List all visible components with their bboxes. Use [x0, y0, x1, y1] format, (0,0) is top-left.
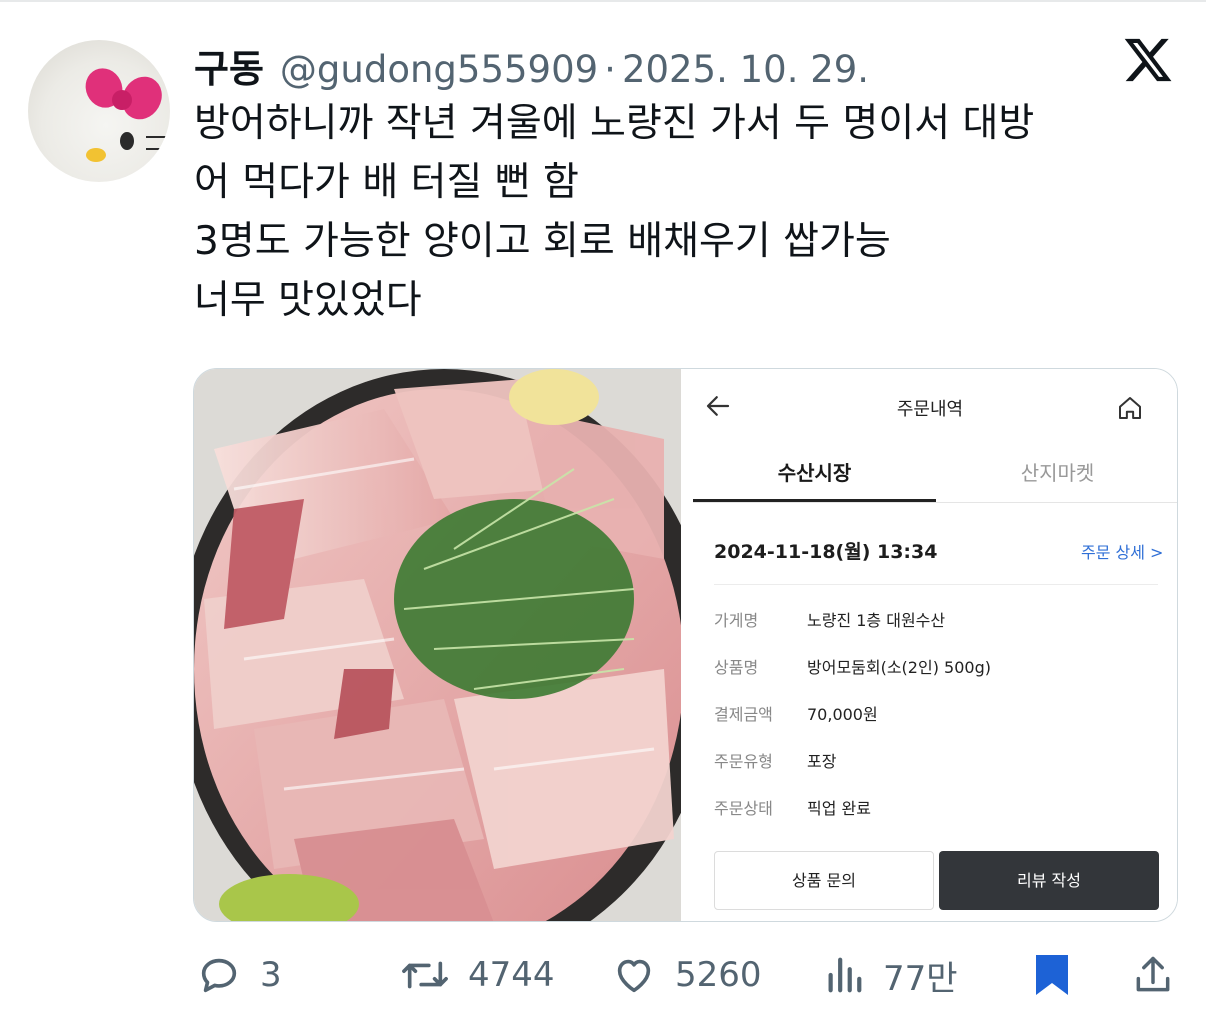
sashimi-photo[interactable]	[194, 369, 681, 921]
reply-icon	[201, 958, 237, 993]
avatar-whisker	[146, 136, 168, 138]
display-name[interactable]: 구동	[194, 38, 264, 93]
views-icon	[828, 957, 862, 993]
bookmark-button[interactable]	[1032, 946, 1090, 1004]
field-label-order-type: 주문유형	[714, 752, 773, 771]
divider	[714, 584, 1158, 585]
order-screen-title: 주문내역	[896, 399, 964, 420]
order-field-row: 주문유형 포장	[714, 748, 1154, 795]
bookmark-icon	[1036, 955, 1068, 995]
views-button[interactable]: 77만	[823, 946, 958, 1004]
order-field-row: 결제금액 70,000원	[714, 701, 1154, 748]
x-logo-icon[interactable]	[1122, 34, 1174, 86]
field-value-payment: 70,000원	[807, 705, 878, 724]
tweet-line: 어 먹다가 배 터질 뻔 함	[194, 160, 579, 205]
order-detail-link[interactable]: 주문 상세 >	[1081, 539, 1163, 563]
retweet-count: 4744	[468, 955, 555, 995]
tweet-actions: 3 4744 5260 77만	[0, 946, 1206, 1006]
home-icon[interactable]	[1115, 393, 1145, 423]
avatar[interactable]	[28, 40, 170, 182]
order-tabs: 수산시장 산지마켓	[693, 451, 1177, 503]
field-value-store: 노량진 1층 대원수산	[807, 611, 946, 630]
order-field-row: 상품명 방어모둠회(소(2인) 500g)	[714, 654, 1154, 701]
field-label-store: 가게명	[714, 611, 759, 630]
avatar-nose	[86, 148, 106, 162]
order-screen: 주문내역 수산시장 산지마켓 2024-11-18(월) 13:34 주문 상세…	[681, 369, 1177, 921]
order-fields: 가게명 노량진 1층 대원수산 상품명 방어모둠회(소(2인) 500g) 결제…	[714, 607, 1154, 842]
reply-count: 3	[260, 955, 282, 995]
avatar-eye	[120, 132, 134, 150]
order-field-row: 가게명 노량진 1층 대원수산	[714, 607, 1154, 654]
order-date: 2024-11-18(월) 13:34	[714, 541, 938, 563]
write-review-button[interactable]: 리뷰 작성	[939, 851, 1159, 910]
tweet-line: 너무 맛있었다	[194, 278, 422, 323]
tweet-line: 3명도 가능한 양이고 회로 배채우기 쌉가능	[194, 219, 891, 264]
views-count: 77만	[883, 958, 958, 999]
retweet-icon	[402, 961, 448, 989]
sashimi-illustration	[194, 369, 681, 921]
top-divider	[0, 0, 1206, 2]
field-value-product: 방어모둠회(소(2인) 500g)	[807, 658, 991, 677]
tweet-header: 구동 @gudong555909 · 2025. 10. 29.	[194, 38, 869, 91]
share-button[interactable]	[1131, 946, 1193, 1004]
tweet-line: 방어하니까 작년 겨울에 노량진 가서 두 명이서 대방	[194, 101, 1035, 146]
user-handle[interactable]: @gudong555909	[280, 48, 598, 91]
field-label-payment: 결제금액	[714, 705, 773, 724]
reply-button[interactable]: 3	[196, 946, 282, 1004]
like-icon	[617, 959, 651, 993]
share-icon	[1136, 956, 1170, 992]
tab-fish-market[interactable]: 수산시장	[693, 451, 936, 502]
tab-origin-market[interactable]: 산지마켓	[936, 451, 1177, 502]
avatar-bow-center	[112, 90, 132, 110]
tweet-date[interactable]: 2025. 10. 29.	[622, 48, 869, 91]
avatar-whisker	[146, 148, 168, 150]
media-card[interactable]: 주문내역 수산시장 산지마켓 2024-11-18(월) 13:34 주문 상세…	[193, 368, 1178, 922]
product-inquiry-button[interactable]: 상품 문의	[714, 851, 934, 910]
field-value-order-type: 포장	[807, 752, 837, 771]
field-value-order-status: 픽업 완료	[807, 799, 871, 818]
field-label-product: 상품명	[714, 658, 759, 677]
like-button[interactable]: 5260	[611, 946, 762, 1004]
field-label-order-status: 주문상태	[714, 799, 773, 818]
like-count: 5260	[675, 955, 762, 995]
retweet-button[interactable]: 4744	[400, 946, 555, 1004]
order-field-row: 주문상태 픽업 완료	[714, 795, 1154, 842]
separator-dot: ·	[604, 48, 616, 91]
tweet-text: 방어하니까 작년 겨울에 노량진 가서 두 명이서 대방 어 먹다가 배 터질 …	[194, 94, 1174, 330]
